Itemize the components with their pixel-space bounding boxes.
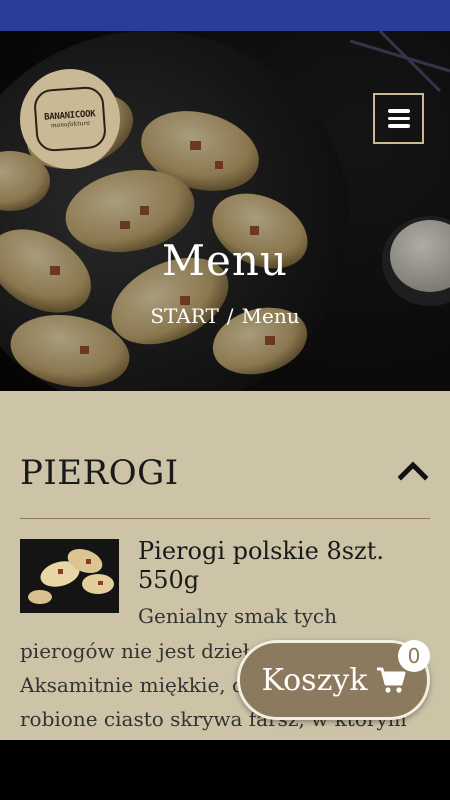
section-header-pierogi[interactable]: PIEROGI: [20, 453, 430, 493]
product-description-line: Genialny smak tych: [138, 604, 337, 628]
product-title[interactable]: Pierogi polskie 8szt. 550g: [138, 537, 428, 595]
status-bar: [0, 0, 450, 31]
hamburger-icon: [387, 109, 410, 113]
page-title: Menu: [162, 236, 288, 285]
cart-count-badge: 0: [398, 640, 430, 672]
section-title: PIEROGI: [20, 453, 179, 493]
cart-icon: [376, 667, 405, 693]
hamburger-menu-button[interactable]: [373, 93, 424, 144]
breadcrumb-separator: /: [226, 304, 234, 328]
system-nav-bar: [0, 740, 450, 800]
cart-label: Koszyk: [261, 662, 368, 698]
product-image[interactable]: [20, 539, 119, 613]
breadcrumb-current: Menu: [241, 304, 300, 328]
breadcrumb: START / Menu: [0, 304, 450, 328]
breadcrumb-home-link[interactable]: START: [150, 304, 218, 328]
logo-subtitle: manufaktura: [50, 119, 91, 129]
chevron-up-icon[interactable]: [398, 459, 428, 481]
hero-banner: BANANICOOK manufaktura Menu START / Menu: [0, 31, 450, 391]
brand-logo[interactable]: BANANICOOK manufaktura: [20, 69, 120, 169]
divider: [20, 518, 430, 519]
